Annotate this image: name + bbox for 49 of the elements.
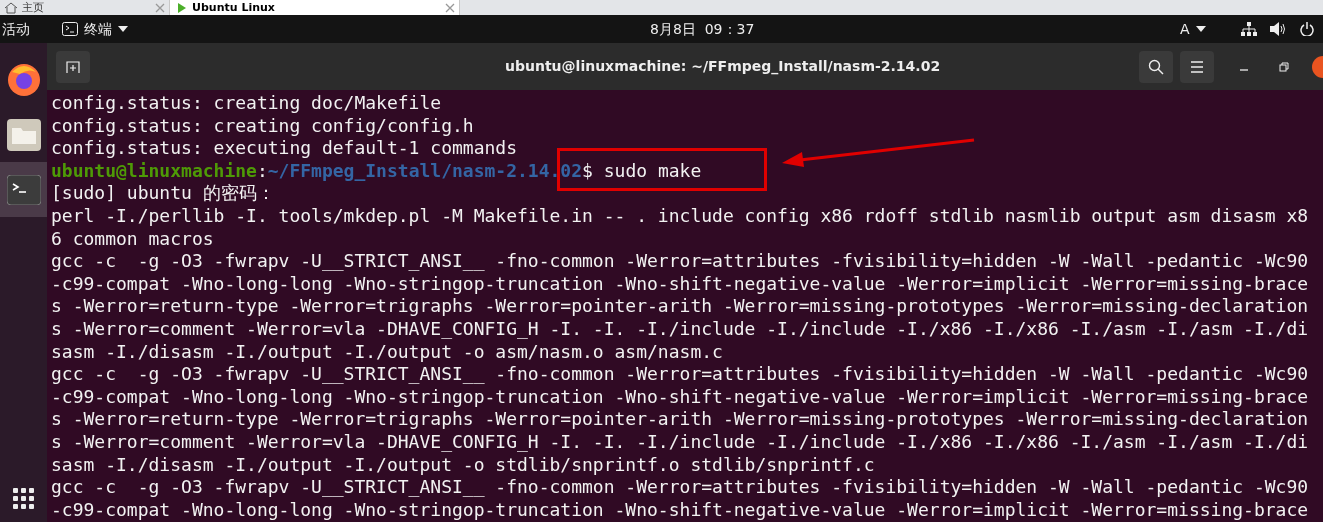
input-method-menu[interactable]: A — [1180, 18, 1206, 40]
network-icon[interactable] — [1241, 22, 1257, 36]
browser-icon — [5, 61, 42, 98]
folder-icon — [6, 118, 41, 151]
apps-grid-icon[interactable] — [12, 488, 35, 510]
terminal-line: sasm -I./disasm -I./output -I./output -o stdlib/snprintf.o stdlib/snprintf.c — [51, 453, 875, 477]
terminal-line: 6 common macros — [51, 227, 214, 251]
terminal-line: s -Werror=comment -Werror=vla -DHAVE_CONFIG_H -I. -I. -I./include -I./include -I./x86 -I./x86 -I./asm -I./asm -I./di — [51, 430, 1309, 454]
tab-label: 主页 — [22, 2, 44, 13]
home-icon — [4, 1, 18, 14]
prompt-separator: : — [256, 159, 268, 183]
new-tab-icon — [66, 60, 80, 73]
menu-icon — [1190, 60, 1204, 73]
terminal-line: gcc -c -g -O3 -fwrapv -U__STRICT_ANSI__ -fno-common -Werror=attributes -fvisibility=hidden -W -Wall -pedantic -Wc90 — [51, 250, 1309, 273]
terminal-line: config.status: creating doc/Makefile — [51, 92, 442, 115]
caret-icon — [1195, 26, 1206, 32]
terminal-line: s -Werror=comment -Werror=vla -DHAVE_CONFIG_H -I. -I. -I./include -I./include -I./x86 -I./x86 -I./asm -I./asm -I./di — [51, 317, 1309, 341]
menu-button[interactable] — [1180, 50, 1214, 83]
terminal-line: s -Werror=return-type -Werror=trigraphs -Werror=pointer-arith -Werror=missing-prototypes -Werror=missing-declaration — [51, 295, 1309, 318]
search-button[interactable] — [1139, 50, 1173, 83]
terminal-line: -c99-compat -Wno-long-long -Wno-stringop-truncation -Wno-shift-negative-value -Werror=implicit -Werror=missing-brace — [51, 272, 1309, 296]
terminal-line: s -Werror=return-type -Werror=trigraphs -Werror=pointer-arith -Werror=missing-prototypes -Werror=missing-declaration — [51, 408, 1309, 431]
power-icon[interactable] — [1300, 22, 1314, 36]
close-icon[interactable] — [1312, 55, 1323, 78]
search-icon — [1148, 58, 1164, 75]
volume-icon[interactable] — [1270, 22, 1286, 36]
app-menu[interactable]: 终端 — [62, 18, 128, 40]
terminal-line: sasm -I./disasm -I./output -I./output -o asm/nasm.o asm/nasm.c — [51, 340, 723, 364]
terminal-line: config.status: executing default-1 commands — [51, 137, 517, 160]
terminal-line: gcc -c -g -O3 -fwrapv -U__STRICT_ANSI__ -fno-common -Werror=attributes -fvisibility=hidden -W -Wall -pedantic -Wc90 — [51, 476, 1309, 499]
caret-icon — [118, 26, 128, 32]
prompt-user: ubuntu@linuxmachine — [51, 159, 257, 183]
tab-label: Ubuntu Linux — [192, 2, 275, 13]
vm-tab[interactable]: Ubuntu Linux — [170, 0, 460, 15]
clock[interactable]: 8月8日 09：37 — [650, 18, 755, 40]
activities-button[interactable]: 活动 — [0, 18, 62, 40]
new-tab-button[interactable] — [56, 50, 90, 83]
terminal-line: [sudo] ubuntu 的密码： — [51, 182, 275, 205]
terminal-line: -c99-compat -Wno-long-long -Wno-stringop-truncation -Wno-shift-negative-value -Werror=implicit -Werror=missing-brace — [51, 498, 1309, 522]
command-text: $ sudo make — [582, 159, 702, 183]
terminal-line: -c99-compat -Wno-long-long -Wno-stringop-truncation -Wno-shift-negative-value -Werror=implicit -Werror=missing-brace — [51, 385, 1309, 409]
close-icon[interactable] — [445, 2, 455, 13]
window-title: ubuntu@linuxmachine: ~/FFmpeg_Install/nasm-2.14.02 — [505, 57, 941, 77]
restore-icon[interactable] — [1279, 61, 1289, 72]
terminal-icon — [62, 22, 78, 36]
terminal-line: config.status: creating config/config.h — [51, 114, 474, 138]
terminal-line: gcc -c -g -O3 -fwrapv -U__STRICT_ANSI__ -fno-common -Werror=attributes -fvisibility=hidden -W -Wall -pedantic -Wc90 — [51, 363, 1309, 386]
terminal-icon — [6, 174, 41, 205]
terminal-line: perl -I./perllib -I. tools/mkdep.pl -M Makefile.in -- . include config x86 rdoff stdlib nasmlib output asm disasm x8 — [51, 204, 1309, 228]
